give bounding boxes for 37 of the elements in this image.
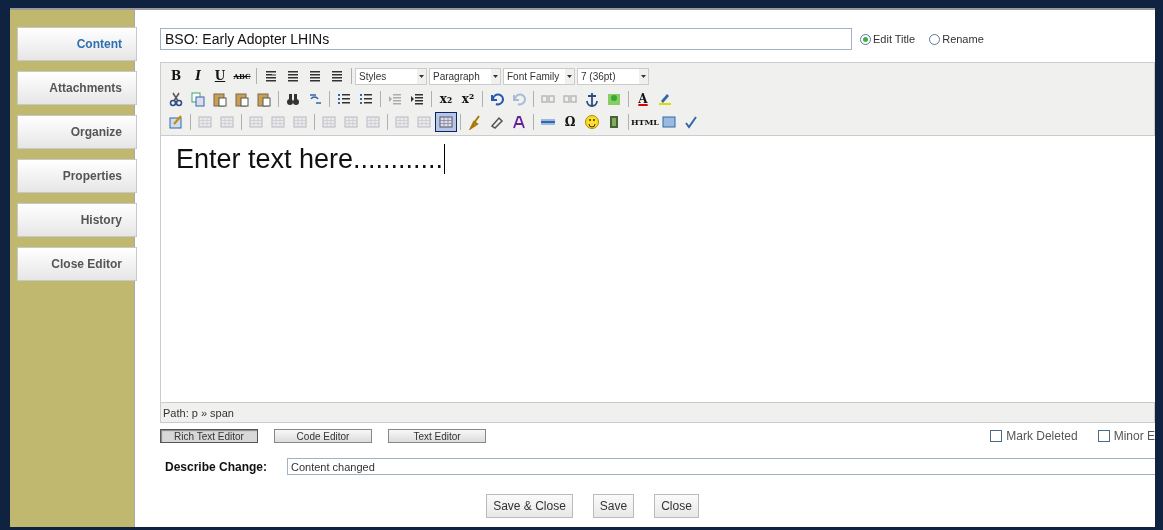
checkbox-label: Mark Deleted: [1006, 429, 1078, 443]
toolbar-dropdown[interactable]: Styles: [355, 67, 427, 85]
format-button[interactable]: U: [209, 66, 231, 86]
format-button[interactable]: x₂: [435, 89, 457, 109]
sidebar-tab[interactable]: Content: [17, 27, 137, 61]
sidebar-tab[interactable]: Close Editor: [17, 247, 137, 281]
format-button[interactable]: B: [165, 66, 187, 86]
toolbar-dropdown[interactable]: Paragraph: [429, 67, 501, 85]
radio-label: Rename: [942, 33, 984, 45]
field-label: Describe Change:: [165, 459, 269, 474]
action-button[interactable]: Close: [654, 494, 699, 518]
editor-text: Enter text here............: [176, 144, 446, 174]
format-button[interactable]: I: [187, 66, 209, 86]
format-button[interactable]: Ω: [559, 112, 581, 132]
toolbar-dropdown[interactable]: 7 (36pt): [577, 67, 649, 85]
sidebar-tab[interactable]: Organize: [17, 115, 137, 149]
editor-mode-button[interactable]: Code Editor: [274, 429, 372, 443]
path-bar: Path: p » span: [160, 403, 1155, 423]
action-button[interactable]: Save: [592, 494, 635, 518]
format-button[interactable]: HTML: [632, 112, 658, 132]
sidebar-tab[interactable]: History: [17, 203, 137, 237]
toolbar-dropdown[interactable]: Font Family: [503, 67, 575, 85]
checkbox-label: Minor E: [1113, 429, 1155, 443]
sidebar-tab[interactable]: Attachments: [17, 71, 137, 105]
describe-change-field[interactable]: Content changed: [287, 458, 1155, 475]
radio-label: Edit Title: [873, 33, 916, 45]
title-field[interactable]: BSO: Early Adopter LHINs: [160, 28, 852, 50]
sidebar-tab[interactable]: Properties: [17, 159, 137, 193]
editor-mode-button[interactable]: Text Editor: [388, 429, 486, 443]
format-button[interactable]: x²: [457, 89, 479, 109]
title-mode-radio[interactable]: Rename: [929, 33, 984, 45]
editor-mode-button[interactable]: Rich Text Editor: [160, 429, 258, 443]
format-button[interactable]: A: [632, 89, 654, 109]
action-button[interactable]: Save & Close: [486, 494, 573, 518]
option-checkbox[interactable]: Mark Deleted: [990, 429, 1078, 443]
option-checkbox[interactable]: Minor E: [1097, 429, 1155, 443]
title-mode-radio[interactable]: Edit Title: [860, 33, 916, 45]
